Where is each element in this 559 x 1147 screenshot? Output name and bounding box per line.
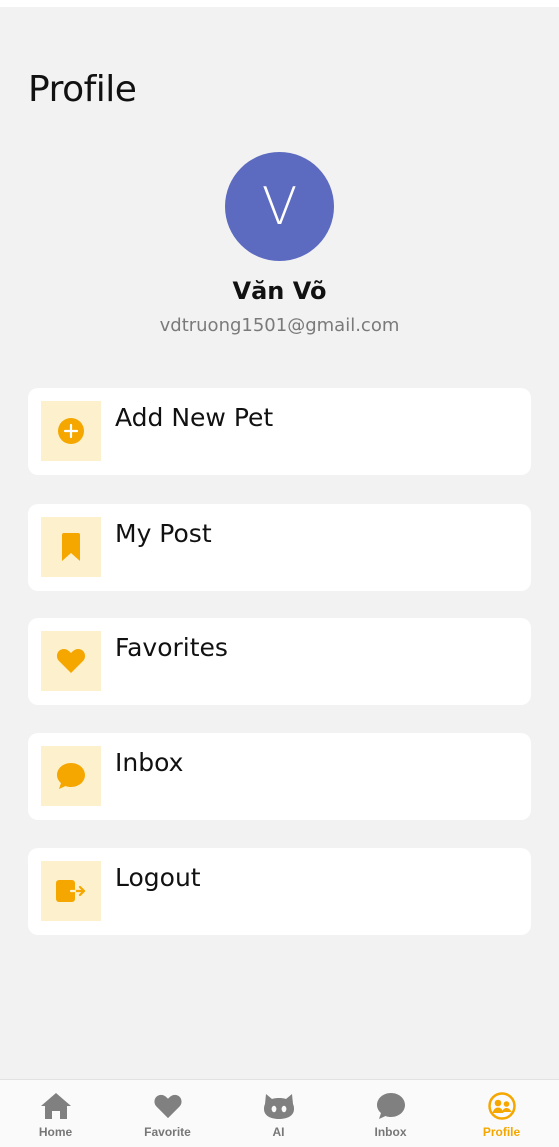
- menu-item-label: My Post: [115, 519, 212, 548]
- menu-item-logout[interactable]: Logout: [28, 848, 531, 935]
- menu-item-label: Favorites: [115, 633, 228, 662]
- bottom-nav: Home Favorite AI Inbox Profile: [0, 1079, 559, 1147]
- user-name: Văn Võ: [232, 277, 327, 305]
- menu-item-favorites[interactable]: Favorites: [28, 618, 531, 705]
- nav-item-profile[interactable]: Profile: [446, 1080, 557, 1147]
- github-cat-icon: [263, 1091, 295, 1121]
- logout-icon: [41, 861, 101, 921]
- heart-icon: [41, 631, 101, 691]
- profile-screen: Profile V Văn Võ vdtruong1501@gmail.com …: [0, 7, 559, 1079]
- avatar: V: [225, 152, 334, 261]
- people-icon: [487, 1091, 516, 1121]
- menu-item-label: Inbox: [115, 748, 184, 777]
- chat-bubble-icon: [376, 1091, 406, 1121]
- nav-label: AI: [272, 1125, 285, 1139]
- nav-item-favorite[interactable]: Favorite: [112, 1080, 223, 1147]
- chat-bubble-icon: [41, 746, 101, 806]
- nav-label: Favorite: [144, 1125, 191, 1139]
- nav-label: Inbox: [374, 1125, 407, 1139]
- bookmark-icon: [41, 517, 101, 577]
- nav-label: Home: [38, 1125, 73, 1139]
- menu-item-label: Add New Pet: [115, 403, 274, 432]
- menu-item-my-post[interactable]: My Post: [28, 504, 531, 591]
- nav-item-home[interactable]: Home: [0, 1080, 111, 1147]
- user-email: vdtruong1501@gmail.com: [159, 315, 400, 336]
- nav-item-inbox[interactable]: Inbox: [335, 1080, 446, 1147]
- home-icon: [39, 1091, 73, 1121]
- nav-label: Profile: [482, 1125, 521, 1139]
- nav-item-ai[interactable]: AI: [223, 1080, 334, 1147]
- menu-item-inbox[interactable]: Inbox: [28, 733, 531, 820]
- add-circle-icon: [41, 401, 101, 461]
- menu-item-add-new-pet[interactable]: Add New Pet: [28, 388, 531, 475]
- heart-icon: [153, 1091, 183, 1121]
- avatar-initial: V: [261, 176, 298, 237]
- menu-item-label: Logout: [115, 863, 201, 892]
- page-title: Profile: [28, 69, 137, 110]
